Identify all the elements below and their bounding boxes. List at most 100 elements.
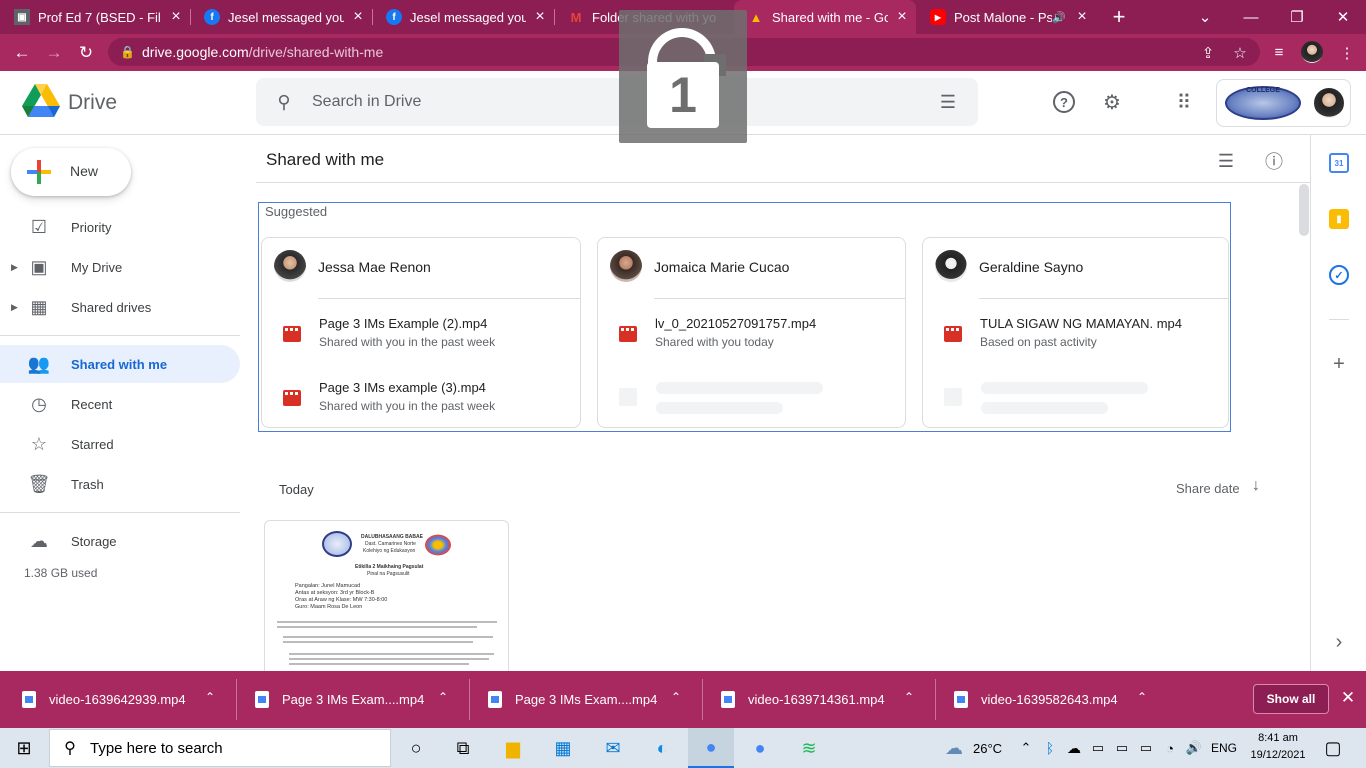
suggested-file[interactable]: Page 3 IMs example (3).mp4 Shared with y… (262, 380, 580, 424)
calendar-icon[interactable]: 31 (1329, 153, 1349, 173)
sidebar-item-starred[interactable]: ☆ Starred (0, 425, 240, 463)
lock-icon[interactable]: 🔒 (120, 45, 135, 59)
sidebar-item-shared-with-me[interactable]: 👥 Shared with me (0, 345, 240, 383)
window-close-icon[interactable]: ✕ (1320, 0, 1366, 34)
device-icon[interactable]: ▭ (1112, 728, 1132, 768)
drive-logo-icon[interactable] (22, 84, 60, 118)
tasks-icon[interactable]: ✓ (1329, 265, 1349, 285)
tab-prof-ed[interactable]: ▣ Prof Ed 7 (BSED - Fil III × (0, 0, 190, 34)
drive-app-title[interactable]: Drive (68, 91, 117, 115)
minimize-icon[interactable]: — (1228, 0, 1274, 34)
volume-icon[interactable]: 🔊 (1184, 728, 1204, 768)
browser-menu-icon[interactable]: ⋮ (1332, 34, 1362, 71)
maximize-icon[interactable]: ❐ (1274, 0, 1320, 34)
search-options-icon[interactable]: ☰ (918, 92, 978, 113)
bluetooth-icon[interactable]: ᛒ (1040, 728, 1060, 768)
close-download-shelf-icon[interactable]: ✕ (1336, 686, 1360, 710)
notification-icon[interactable]: ▢ (1318, 728, 1348, 768)
chevron-up-icon[interactable]: ⌃ (1137, 690, 1147, 704)
weather-icon[interactable]: ☁ (940, 728, 968, 768)
search-icon[interactable]: ⚲ (256, 92, 312, 113)
wifi-icon[interactable]: ◔ (1160, 728, 1180, 768)
sidebar-item-storage[interactable]: ☁ Storage (0, 522, 240, 560)
tab-close-icon[interactable]: × (1068, 8, 1096, 26)
expand-arrow-icon[interactable]: ▶ (11, 302, 18, 313)
download-item[interactable]: Page 3 IMs Exam....mp4 ⌃ (233, 671, 466, 728)
sidebar-item-priority[interactable]: ☑ Priority (0, 208, 240, 246)
taskbar-search-box[interactable]: ⚲ Type here to search (49, 729, 391, 767)
download-item[interactable]: Page 3 IMs Exam....mp4 ⌃ (466, 671, 699, 728)
back-icon[interactable]: ← (6, 34, 38, 71)
list-view-icon[interactable]: ☰ (1214, 149, 1238, 173)
user-avatar[interactable] (935, 250, 967, 282)
sort-direction-arrow-icon[interactable]: ↓ (1252, 477, 1260, 495)
cortana-icon[interactable]: ○ (396, 728, 436, 768)
network-drive-icon[interactable]: ▭ (1088, 728, 1108, 768)
audio-playing-icon[interactable]: 🔊 (1052, 11, 1068, 24)
sidebar-item-shared-drives[interactable]: ▶ ▦ Shared drives (0, 288, 240, 326)
user-avatar[interactable] (610, 250, 642, 282)
download-item[interactable]: video-1639642939.mp4 ⌃ (0, 671, 233, 728)
add-addon-icon[interactable]: + (1329, 353, 1349, 375)
user-avatar[interactable] (274, 250, 306, 282)
show-all-downloads-button[interactable]: Show all (1253, 684, 1329, 714)
sort-by-share-date[interactable]: Share date (1176, 481, 1240, 496)
settings-gear-icon[interactable]: ⚙ (1097, 87, 1127, 117)
help-icon[interactable]: ? (1053, 91, 1075, 113)
suggested-file[interactable]: Page 3 IMs Example (2).mp4 Shared with y… (262, 316, 580, 360)
language-indicator[interactable]: ENG (1211, 741, 1237, 755)
chrome-active-icon[interactable]: ● (688, 728, 734, 768)
chevron-up-icon[interactable]: ⌃ (438, 690, 448, 704)
suggested-file[interactable]: TULA SIGAW NG MAMAYAN. mp4 Based on past… (923, 316, 1228, 360)
sidebar-item-trash[interactable]: 🗑 Trash (0, 465, 240, 503)
suggested-file[interactable]: lv_0_20210527091757.mp4 Shared with you … (598, 316, 905, 360)
media-control-icon[interactable]: ≡ (1264, 34, 1294, 71)
google-apps-icon[interactable]: ⠿ (1169, 87, 1199, 117)
sidebar-item-my-drive[interactable]: ▶ ▣ My Drive (0, 248, 240, 286)
vertical-scrollbar[interactable] (1299, 184, 1309, 236)
share-page-icon[interactable]: ⇪ (1193, 34, 1223, 71)
tab-shared-with-me[interactable]: ▲ Shared with me - Goo × (734, 0, 916, 34)
bookmark-star-icon[interactable]: ☆ (1225, 34, 1255, 71)
battery-icon[interactable]: ▭ (1136, 728, 1156, 768)
account-avatar[interactable] (1314, 88, 1344, 118)
expand-arrow-icon[interactable]: ▶ (11, 262, 18, 273)
chrome-icon[interactable]: ● (740, 728, 780, 768)
edge-icon[interactable]: ◐ (642, 728, 682, 768)
taskbar-clock[interactable]: 8:41 am 19/12/2021 (1250, 730, 1306, 764)
account-switcher[interactable]: COLLEGE (1216, 79, 1351, 127)
chevron-up-icon[interactable]: ⌃ (904, 690, 914, 704)
info-icon[interactable]: ⓘ (1262, 149, 1286, 173)
tab-close-icon[interactable]: × (526, 8, 554, 26)
download-item[interactable]: video-1639582643.mp4 ⌃ (932, 671, 1165, 728)
windows-start-icon[interactable]: ⊞ (4, 728, 44, 768)
reload-icon[interactable]: ↻ (70, 34, 102, 71)
tab-facebook-2[interactable]: f Jesel messaged you × (372, 0, 554, 34)
spotify-icon[interactable]: ≋ (789, 728, 829, 768)
expand-panel-icon[interactable]: › (1329, 631, 1349, 653)
file-thumbnail[interactable]: DALUBHASAANG BABAE Dast. Camarines Norte… (264, 520, 509, 671)
chevron-up-icon[interactable]: ⌃ (1016, 728, 1036, 768)
file-explorer-icon[interactable]: ▆ (493, 728, 533, 768)
temperature-text[interactable]: 26°C (973, 741, 1002, 756)
tab-close-icon[interactable]: × (344, 8, 372, 26)
drive-search-bar[interactable]: ⚲ Search in Drive ☰ (256, 78, 978, 126)
new-button[interactable]: New (11, 148, 131, 196)
tab-facebook-1[interactable]: f Jesel messaged you × (190, 0, 372, 34)
tab-youtube[interactable]: ▶ Post Malone - Psy 🔊 × (916, 0, 1096, 34)
tab-close-icon[interactable]: × (888, 8, 916, 26)
download-item[interactable]: video-1639714361.mp4 ⌃ (699, 671, 932, 728)
sidebar-item-recent[interactable]: ◷ Recent (0, 385, 240, 423)
onedrive-icon[interactable]: ☁ (1064, 728, 1084, 768)
chevron-up-icon[interactable]: ⌃ (205, 690, 215, 704)
mail-icon[interactable]: ✉ (593, 728, 633, 768)
microsoft-store-icon[interactable]: ▦ (543, 728, 583, 768)
profile-avatar[interactable] (1301, 41, 1323, 63)
task-view-icon[interactable]: ⧉ (443, 728, 483, 768)
tab-close-icon[interactable]: × (162, 8, 190, 26)
search-input[interactable]: Search in Drive (312, 93, 918, 111)
keep-icon[interactable]: ▮ (1329, 209, 1349, 229)
tab-search-icon[interactable]: ⌄ (1182, 0, 1228, 34)
chevron-up-icon[interactable]: ⌃ (671, 690, 681, 704)
forward-icon[interactable]: → (38, 34, 70, 71)
